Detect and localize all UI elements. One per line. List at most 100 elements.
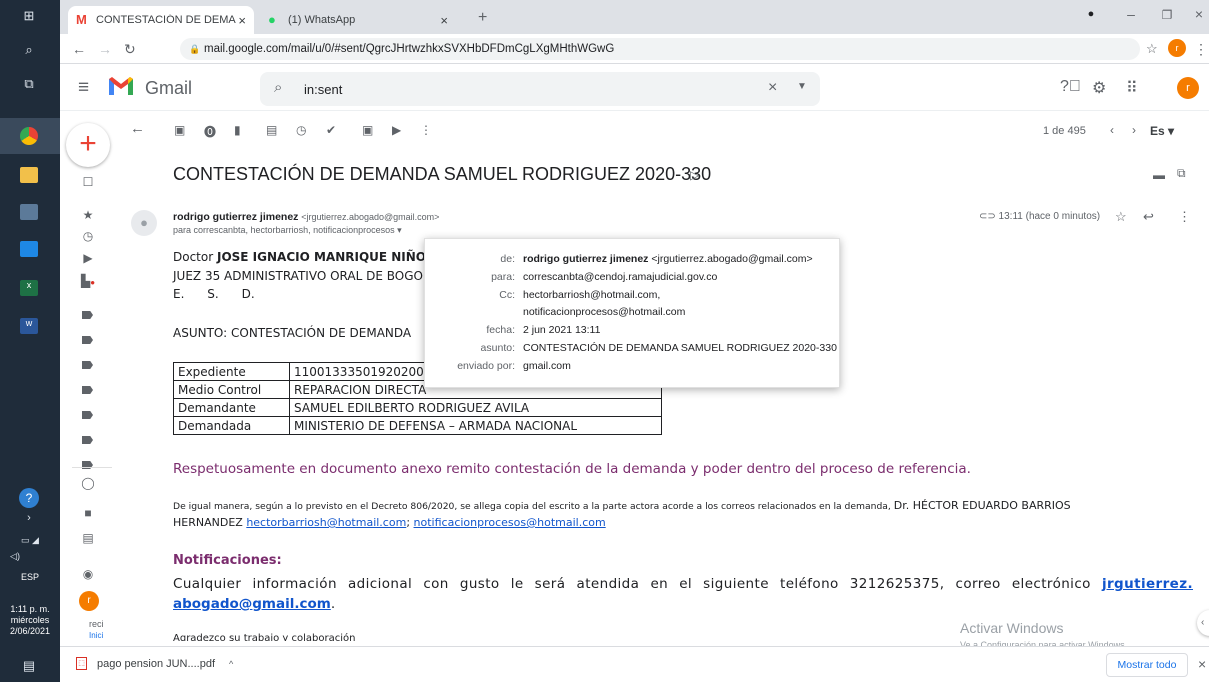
main-menu-icon[interactable]: ≡ (78, 77, 89, 99)
calculator-icon[interactable] (20, 204, 38, 220)
recipients-line[interactable]: para correscanbta, hectorbarriosh, notif… (173, 225, 402, 236)
close-tab-icon[interactable]: × (238, 13, 246, 28)
label-icon[interactable] (82, 411, 93, 419)
snoozed-icon[interactable]: ◷ (80, 229, 96, 243)
search-options-icon[interactable]: ▼ (797, 81, 807, 92)
label-icon[interactable] (82, 386, 93, 394)
starred-icon[interactable]: ★ (80, 208, 96, 222)
input-tools-button[interactable]: Es ▾ (1150, 124, 1174, 138)
file-explorer-icon[interactable] (20, 167, 38, 183)
notifications-icon[interactable]: ▤ (18, 656, 40, 676)
minimize-button[interactable]: – (1121, 6, 1141, 22)
forward-icon[interactable]: → (98, 41, 112, 57)
bookmark-star-icon[interactable]: ☆ (1146, 41, 1158, 57)
url-field[interactable]: 🔒 mail.google.com/mail/u/0/#sent/QgrcJHr… (180, 38, 1140, 60)
rail-contact-label[interactable]: reci (89, 619, 104, 629)
task-view-icon[interactable]: ⧉ (18, 74, 40, 94)
hangouts-icon[interactable]: ◉ (80, 567, 96, 581)
search-input[interactable]: in:sent (304, 82, 342, 97)
excel-icon[interactable]: x (20, 280, 38, 296)
help-icon[interactable]: ? (19, 488, 39, 508)
drafts-icon[interactable]: ▙● (80, 274, 96, 288)
new-meeting-icon[interactable]: ◯ (80, 476, 96, 490)
chrome-profile-avatar[interactable]: r (1168, 39, 1186, 57)
gmail-logo-icon[interactable] (108, 75, 134, 97)
hangouts-avatar[interactable]: r (79, 591, 99, 611)
new-tab-button[interactable]: + (478, 9, 487, 27)
clock-time[interactable]: 1:11 p. m. (0, 604, 60, 615)
newer-icon[interactable]: ‹ (1110, 123, 1114, 137)
label-icon[interactable] (82, 311, 93, 319)
label-icon[interactable] (82, 436, 93, 444)
show-all-downloads-button[interactable]: Mostrar todo (1106, 653, 1188, 677)
windows-start-icon[interactable]: ⊞ (18, 6, 40, 26)
reload-icon[interactable]: ↻ (124, 41, 136, 58)
label-icon[interactable] (82, 361, 93, 369)
maximize-button[interactable]: ❐ (1157, 8, 1177, 22)
download-item[interactable]: ⬚ pago pension JUN....pdf ^ (76, 657, 233, 670)
move-to-icon[interactable]: ▣ (362, 123, 373, 137)
older-icon[interactable]: › (1132, 123, 1136, 137)
tab-gmail[interactable]: M CONTESTACIÓN DE DEMANDA S × (68, 6, 254, 34)
chevron-right-icon[interactable]: › (18, 508, 40, 528)
print-icon[interactable]: ▬ (1153, 168, 1165, 182)
mark-unread-icon[interactable]: ▤ (266, 123, 277, 137)
email-link[interactable]: jrgutierrez. (1102, 576, 1193, 592)
chrome-menu-icon[interactable]: ⋮ (1194, 41, 1208, 58)
clear-search-icon[interactable]: × (768, 79, 777, 97)
search-icon[interactable]: ⌕ (274, 79, 282, 96)
star-icon[interactable]: ☆ (1115, 209, 1127, 225)
word-icon[interactable]: w (20, 318, 38, 334)
snooze-icon[interactable]: ◷ (296, 123, 306, 137)
language-indicator[interactable]: ESP (0, 572, 60, 583)
message-details-popup: de: rodrigo gutierrez jimenez <jrgutierr… (424, 238, 840, 388)
email-link[interactable]: notificacionprocesos@hotmail.com (414, 516, 606, 529)
volume-icon[interactable]: ◁) (4, 546, 26, 566)
keyboard-icon[interactable]: ▤ (80, 531, 96, 545)
tab-title: (1) WhatsApp (288, 14, 356, 26)
email-link[interactable]: hectorbarriosh@hotmail.com (246, 516, 406, 529)
labels-icon[interactable]: ▶ (392, 123, 401, 137)
important-marker-icon[interactable]: ▷ (690, 168, 699, 182)
report-spam-icon[interactable]: ⓿ (204, 123, 216, 140)
more-message-icon[interactable]: ⋮ (1178, 209, 1191, 225)
tab-whatsapp[interactable]: ● (1) WhatsApp × (260, 6, 456, 34)
back-to-list-icon[interactable]: ← (130, 120, 145, 137)
delete-icon[interactable]: ▮ (234, 123, 241, 137)
profile-status-icon[interactable]: ● (1081, 8, 1101, 20)
open-new-window-icon[interactable]: ⧉ (1177, 166, 1186, 181)
search-icon[interactable]: ⌕ (18, 40, 40, 60)
apps-grid-icon[interactable]: ⠿ (1126, 78, 1138, 98)
settings-gear-icon[interactable]: ⚙ (1092, 78, 1106, 98)
more-options-icon[interactable]: ⋮ (420, 123, 432, 137)
detail-value: hectorbarriosh@hotmail.com, (523, 289, 661, 301)
close-download-bar-icon[interactable]: × (1198, 656, 1206, 672)
message-subject: CONTESTACIÓN DE DEMANDA SAMUEL RODRIGUEZ… (173, 164, 712, 184)
table-cell: Expediente (173, 362, 290, 381)
side-panel-toggle-icon[interactable]: ‹ (1197, 610, 1209, 636)
add-to-tasks-icon[interactable]: ✔ (326, 123, 336, 137)
email-link[interactable]: abogado@gmail.com (173, 596, 331, 612)
notifications-end: . (330, 596, 336, 612)
show-details-icon[interactable]: ▾ (397, 225, 402, 235)
sent-icon[interactable]: ▶ (80, 251, 96, 265)
close-tab-icon[interactable]: × (440, 13, 448, 28)
inbox-icon[interactable]: ☐ (80, 175, 96, 189)
label-icon[interactable] (82, 336, 93, 344)
close-window-button[interactable]: × (1189, 6, 1209, 22)
compose-button[interactable]: + (66, 123, 110, 167)
archive-icon[interactable]: ▣ (174, 123, 185, 137)
rail-contact-sub[interactable]: Inici (89, 631, 103, 640)
taskbar-active-app[interactable] (0, 118, 60, 154)
help-icon[interactable]: ?⃝ (1060, 78, 1081, 96)
reply-icon[interactable]: ↩ (1143, 209, 1154, 225)
back-icon[interactable]: ← (72, 41, 86, 57)
account-avatar[interactable]: r (1177, 77, 1199, 99)
salutation-prefix: Doctor (173, 250, 217, 264)
asunto-line: ASUNTO: CONTESTACIÓN DE DEMANDA (173, 326, 412, 340)
chevron-up-icon[interactable]: ^ (229, 659, 233, 669)
download-filename: pago pension JUN....pdf (97, 657, 216, 670)
search-bar[interactable]: ⌕ in:sent × ▼ (260, 72, 820, 106)
video-icon[interactable]: ■ (80, 506, 96, 520)
mail-icon[interactable] (20, 241, 38, 257)
